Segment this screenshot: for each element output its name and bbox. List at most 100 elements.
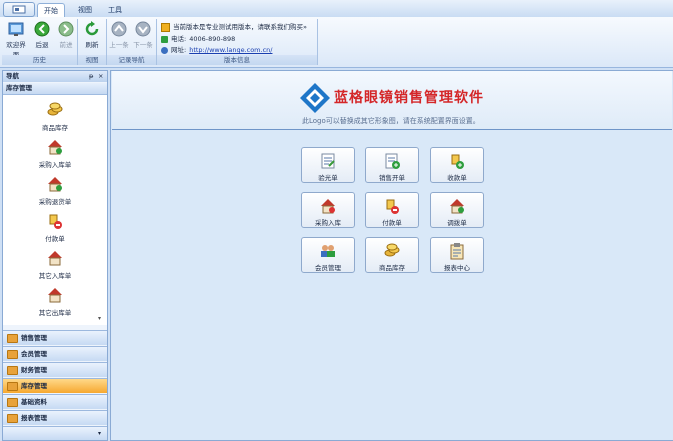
house-transfer-icon [448, 197, 466, 215]
tile-stock[interactable]: 商品库存 [365, 237, 419, 273]
house-other-out-icon [46, 286, 64, 304]
accordion-overflow[interactable]: ▾ [3, 426, 107, 440]
phone-line: 电话: 4006-890-898 [161, 34, 235, 45]
nav-item-payment[interactable]: 付款单 [3, 212, 107, 243]
nav-item-label: 其它入库单 [38, 272, 72, 280]
tile-label: 验光单 [318, 174, 338, 182]
folder-icon [7, 413, 18, 423]
tile-label: 调拨单 [447, 219, 467, 227]
version-group-label: 版本信息 [157, 55, 317, 65]
folder-icon [7, 397, 18, 407]
tile-label: 收款单 [447, 174, 467, 182]
logo-banner: 蓝格眼镜销售管理软件 此Logo可以替换成其它形象图，请在系统配置界面设置。 [112, 71, 672, 130]
logo-hint: 此Logo可以替换成其它形象图，请在系统配置界面设置。 [302, 117, 480, 125]
nav-item-label: 采购退货单 [38, 198, 72, 206]
accordion-finance[interactable]: 财务管理 [3, 362, 107, 377]
payment-icon [383, 197, 401, 215]
app-menu-icon [12, 5, 26, 14]
refresh-icon [84, 21, 100, 37]
app-menu-button[interactable] [3, 2, 35, 17]
nav-item-purchase-return[interactable]: 采购退货单 [3, 175, 107, 206]
ribbon: 欢迎界面 后退 前进 历史 刷新 视图 上一条 下一条 记录导航 [0, 17, 673, 68]
next-record-label: 下一条 [133, 41, 153, 49]
accordion-reports[interactable]: 报表管理 [3, 410, 107, 425]
up-arrow-icon [111, 21, 127, 37]
accordion-label: 会员管理 [21, 350, 47, 358]
members-icon [319, 242, 337, 260]
tile-payment[interactable]: 付款单 [365, 192, 419, 228]
nav-item-label: 其它出库单 [38, 309, 72, 317]
tile-label: 会员管理 [315, 264, 341, 272]
tile-purchase-in[interactable]: 采购入库 [301, 192, 355, 228]
folder-icon [7, 381, 18, 391]
nav-item-label: 付款单 [45, 235, 65, 243]
view-group: 刷新 视图 [78, 19, 107, 65]
clipboard-icon [448, 242, 466, 260]
tab-view[interactable]: 视图 [72, 3, 98, 17]
prev-record-button[interactable]: 上一条 [107, 21, 131, 49]
back-button[interactable]: 后退 [30, 21, 54, 49]
nav-item-list: 商品库存 采购入库单 采购退货单 付款单 其它入库单 其它出库单 ▾ [3, 95, 107, 325]
website-icon [161, 47, 168, 54]
forward-arrow-icon [58, 21, 74, 37]
tile-label: 付款单 [382, 219, 402, 227]
tile-label: 商品库存 [379, 264, 405, 272]
pin-icon[interactable]: ᵽ [89, 71, 93, 82]
nav-category-header: 库存管理 [3, 83, 107, 95]
folder-icon [7, 349, 18, 359]
ribbon-tab-bar: 开始 视图 工具 [0, 0, 673, 18]
version-notice-text: 当前版本是专业测试用版本，请联系我们购买» [173, 23, 307, 31]
tile-eye-exam[interactable]: 验光单 [301, 147, 355, 183]
eye-exam-icon [319, 152, 337, 170]
phone-label: 电话: [171, 35, 187, 43]
nav-item-other-in[interactable]: 其它入库单 [3, 249, 107, 280]
house-in-icon [46, 138, 64, 156]
logo-icon [300, 83, 330, 113]
phone-number: 4006-890-898 [189, 35, 236, 43]
tile-receipt[interactable]: 收款单 [430, 147, 484, 183]
back-arrow-icon [34, 21, 50, 37]
accordion-basic-data[interactable]: 基础资料 [3, 394, 107, 409]
tile-reports[interactable]: 报表中心 [430, 237, 484, 273]
close-icon[interactable]: × [98, 71, 103, 82]
phone-icon [161, 36, 168, 43]
accordion-label: 基础资料 [21, 398, 47, 406]
tile-transfer[interactable]: 调拨单 [430, 192, 484, 228]
record-nav-group-label: 记录导航 [107, 55, 156, 65]
accordion-sales[interactable]: 销售管理 [3, 330, 107, 345]
welcome-button[interactable]: 欢迎界面 [4, 21, 28, 59]
welcome-icon [8, 21, 24, 37]
accordion-label: 库存管理 [21, 382, 47, 390]
tab-home[interactable]: 开始 [37, 3, 65, 18]
tile-sales-order[interactable]: 销售开单 [365, 147, 419, 183]
warning-icon [161, 23, 170, 32]
forward-label: 前进 [59, 41, 73, 49]
history-group: 欢迎界面 后退 前进 历史 [2, 19, 78, 65]
next-record-button[interactable]: 下一条 [131, 21, 155, 49]
refresh-button[interactable]: 刷新 [80, 21, 104, 49]
accordion-label: 销售管理 [21, 334, 47, 342]
tab-tools[interactable]: 工具 [102, 3, 128, 17]
history-group-label: 历史 [2, 55, 77, 65]
folder-icon [7, 333, 18, 343]
scroll-down-icon[interactable]: ▾ [98, 315, 104, 322]
nav-item-purchase-in[interactable]: 采购入库单 [3, 138, 107, 169]
nav-item-other-out[interactable]: 其它出库单 [3, 286, 107, 317]
refresh-label: 刷新 [85, 41, 99, 49]
payment-icon [46, 212, 64, 230]
nav-item-stock[interactable]: 商品库存 [3, 101, 107, 132]
prev-record-label: 上一条 [109, 41, 129, 49]
nav-item-label: 采购入库单 [38, 161, 72, 169]
back-label: 后退 [35, 41, 49, 49]
tile-label: 销售开单 [379, 174, 405, 182]
sales-order-icon [383, 152, 401, 170]
version-notice[interactable]: 当前版本是专业测试用版本，请联系我们购买» [161, 22, 307, 33]
accordion-members[interactable]: 会员管理 [3, 346, 107, 361]
record-nav-group: 上一条 下一条 记录导航 [107, 19, 157, 65]
tile-label: 报表中心 [444, 264, 470, 272]
navigation-panel: 导航 ᵽ × 库存管理 商品库存 采购入库单 采购退货单 付款单 其它入库单 其… [2, 70, 108, 441]
forward-button[interactable]: 前进 [54, 21, 78, 49]
tile-members[interactable]: 会员管理 [301, 237, 355, 273]
accordion-label: 报表管理 [21, 414, 47, 422]
accordion-inventory[interactable]: 库存管理 [3, 378, 107, 393]
